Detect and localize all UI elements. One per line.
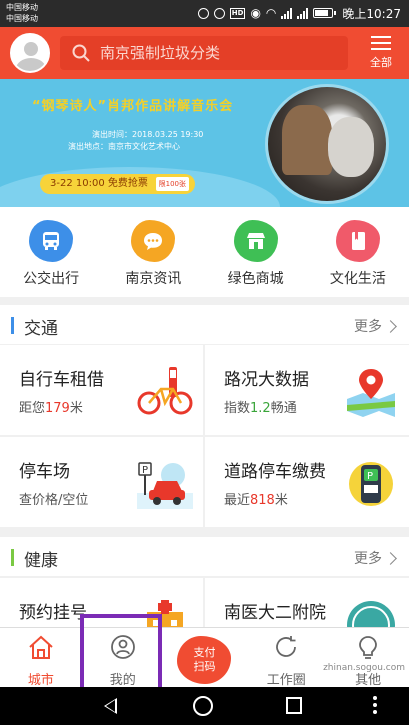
chevron-right-icon [384,551,397,565]
clock: 晚上10:27 [342,6,401,21]
chat-icon [131,220,176,262]
shop-icon [233,220,278,262]
lightbulb-icon [359,636,377,659]
quicknav-culture[interactable]: 文化生活 [313,207,403,297]
svg-text:P: P [142,465,148,476]
svg-text:P: P [367,471,373,482]
wifi-icon: ◠ [265,6,277,20]
search-icon [72,44,90,62]
card-parking-lot[interactable]: 停车场 查价格/空位 P [0,437,203,527]
battery-icon [313,8,337,18]
ticket-tag: 限100张 [155,177,189,191]
card-subtitle: 查价格/空位 [19,493,89,508]
all-menu-button[interactable]: 全部 [363,32,399,74]
traffic-more-label: 更多 [354,319,382,335]
concert-photo [265,84,389,204]
quicknav-shop[interactable]: 绿色商城 [211,207,301,297]
parking-meter-icon: P [349,462,393,506]
quicknav-bus-label: 公交出行 [23,271,80,287]
signal-2g-icon [297,7,309,19]
carrier-1: 中国移动 [6,3,38,12]
quicknav-news-label: 南京资讯 [125,271,182,287]
tab-pay-scan[interactable]: 支付 扫码 [164,628,246,687]
status-bar: 中国移动 中国移动 HD ◉ ◠ 晚上10:27 [0,0,409,27]
home-icon [29,635,53,659]
section-traffic-title: 交通 [24,319,58,339]
tab-other[interactable]: 其他 [327,628,409,688]
pay-scan-button[interactable]: 支付 扫码 [177,636,232,684]
eye-icon: ◉ [250,6,261,20]
app-header: 全部 [0,27,409,79]
bicycle-icon [137,367,193,415]
back-icon[interactable] [104,698,117,714]
menu-icon [371,36,391,50]
pay-label: 支付 [193,646,216,659]
highlight-annotation [80,614,162,696]
quicknav-culture-label: 文化生活 [329,271,386,287]
ticket-text: 3-22 10:00 免费抢票 [50,178,148,189]
system-nav-bar [0,687,409,725]
scan-label: 扫码 [193,660,216,673]
card-subtitle: 最近818米 [224,493,288,508]
home-circle-icon[interactable] [193,696,213,716]
search-input[interactable] [100,44,340,62]
tab-city-label: 城市 [27,673,54,688]
quicknav-shop-label: 绿色商城 [227,271,284,287]
chevron-right-icon [384,319,397,333]
parking-car-icon: P [137,462,193,509]
health-more-link[interactable]: 更多 [354,548,397,568]
card-street-parking[interactable]: 道路停车缴费 最近818米 P [205,437,409,527]
search-bar[interactable] [60,36,348,70]
watermark: zhinan.sogou.com [323,663,405,673]
quick-nav: 公交出行 南京资讯 绿色商城 文化生活 [0,207,409,297]
tab-work-circle-label: 工作圈 [266,673,306,688]
section-health-title: 健康 [24,551,58,571]
banner-ticket[interactable]: 3-22 10:00 免费抢票 限100张 [40,174,195,194]
recents-icon[interactable] [286,697,302,714]
promo-banner[interactable]: “钢琴诗人”肖邦作品讲解音乐会 演出时间：2018.03.25 19:30 演出… [0,79,409,207]
alarm-icon [213,7,225,19]
card-title: 停车场 [19,462,70,482]
banner-title: “钢琴诗人”肖邦作品讲解音乐会 [32,99,234,114]
location-icon [197,7,209,19]
tab-work-circle[interactable]: 工作圈 [245,628,327,688]
card-road-data[interactable]: 路况大数据 指数1.2畅通 [205,345,409,435]
card-title: 道路停车缴费 [224,462,326,482]
card-title: 自行车租借 [19,370,104,390]
banner-venue: 演出地点：南京市文化艺术中心 [68,142,180,151]
card-subtitle: 指数1.2畅通 [224,401,297,416]
bottom-tab-bar: 城市 我的 支付 扫码 工作圈 其他 [0,627,409,688]
quicknav-bus[interactable]: 公交出行 [6,207,96,297]
avatar[interactable] [10,33,50,73]
card-subtitle: 距您179米 [19,401,83,416]
traffic-more-link[interactable]: 更多 [354,316,397,336]
card-title: 预约挂号 [19,603,87,623]
signal-4g-icon [281,7,293,19]
book-icon [335,220,380,262]
banner-time: 演出时间：2018.03.25 19:30 [92,130,204,139]
card-hospital[interactable]: 南医大二附院 [205,578,409,627]
all-menu-label: 全部 [370,56,392,69]
section-health-header: 健康 更多 [0,537,409,576]
card-title: 路况大数据 [224,370,309,390]
hospital-logo-icon [347,601,395,627]
more-dots-icon[interactable] [373,696,377,717]
card-bike-rental[interactable]: 自行车租借 距您179米 [0,345,203,435]
health-more-label: 更多 [354,551,382,567]
tab-city[interactable]: 城市 [0,628,82,688]
carrier-2: 中国移动 [6,14,38,23]
quicknav-news[interactable]: 南京资讯 [108,207,198,297]
section-traffic-header: 交通 更多 [0,305,409,344]
hd-icon: HD [229,7,246,19]
refresh-circle-icon [276,636,297,657]
card-title: 南医大二附院 [224,603,326,623]
bus-icon [29,220,74,262]
map-pin-icon [347,369,395,417]
